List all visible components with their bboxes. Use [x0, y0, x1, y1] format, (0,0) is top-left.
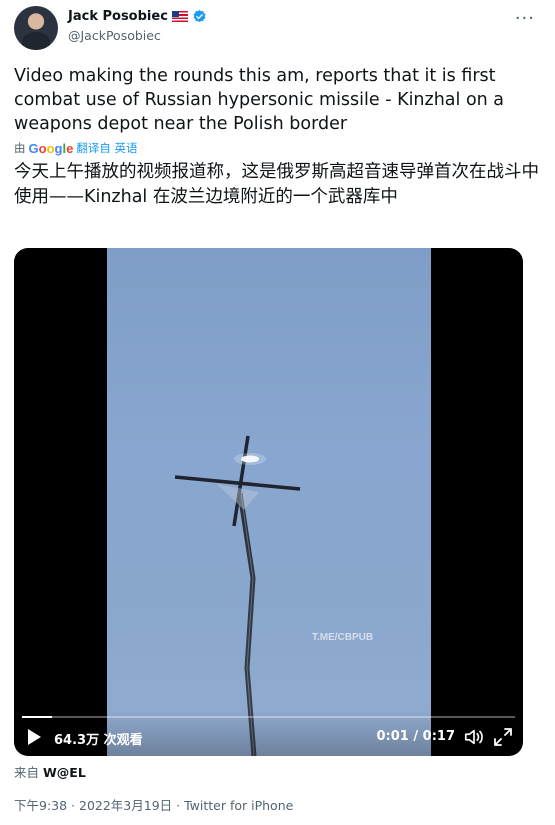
translate-source-link[interactable]: 翻译自 英语 — [76, 140, 137, 156]
volume-icon[interactable] — [463, 726, 485, 748]
video-frame[interactable]: T.ME/CBPUB — [107, 248, 431, 756]
tweet-header: Jack Posobiec @JackPosobiec ··· — [14, 6, 541, 50]
progress-fill — [22, 716, 52, 718]
video-controls: 64.3万 次观看 0:01 / 0:17 — [14, 710, 523, 756]
us-flag-icon — [171, 11, 188, 22]
author-handle[interactable]: @JackPosobiec — [68, 28, 161, 43]
translated-text: 今天上午播放的视频报道称，这是俄罗斯高超音速导弹首次在战斗中使用——Kinzha… — [14, 162, 539, 207]
source-name[interactable]: W@EL — [43, 765, 86, 780]
play-icon[interactable] — [26, 728, 42, 746]
translation-attribution: 由 Google 翻译自 英语 — [14, 140, 138, 156]
video-watermark: T.ME/CBPUB — [312, 632, 374, 643]
source-prefix: 来自 — [14, 765, 40, 780]
tweet-text: Video making the rounds this am, reports… — [14, 66, 505, 134]
media-source: 来自 W@EL — [14, 762, 86, 781]
more-options-button[interactable]: ··· — [515, 8, 535, 29]
author-name[interactable]: Jack Posobiec — [68, 9, 168, 24]
view-count: 64.3万 次观看 — [54, 733, 143, 748]
video-player[interactable]: T.ME/CBPUB 64.3万 次观看 0:01 / 0:17 — [14, 248, 523, 756]
missile-trail-image — [174, 435, 301, 756]
avatar[interactable] — [14, 6, 58, 50]
fullscreen-icon[interactable] — [493, 727, 513, 747]
video-time: 0:01 / 0:17 — [376, 729, 455, 744]
progress-bar[interactable] — [22, 716, 515, 718]
google-logo: Google — [28, 140, 74, 156]
verified-badge-icon — [193, 9, 206, 23]
translate-prefix: 由 — [14, 141, 26, 155]
tweet-metadata[interactable]: 下午9:38 · 2022年3月19日 · Twitter for iPhone — [14, 795, 293, 814]
author-name-row[interactable]: Jack Posobiec — [68, 9, 207, 24]
